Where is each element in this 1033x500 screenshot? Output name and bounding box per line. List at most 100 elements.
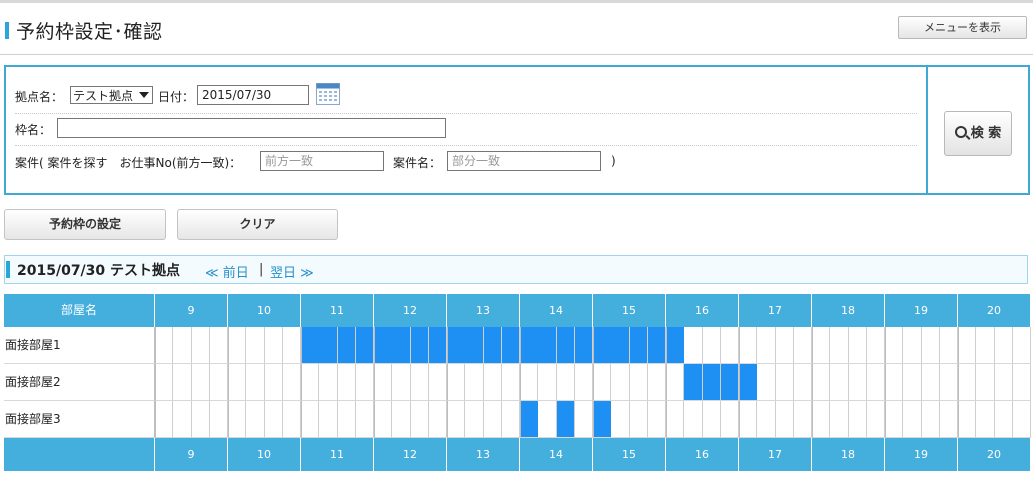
time-slot[interactable] bbox=[939, 327, 958, 364]
time-slot[interactable] bbox=[848, 401, 867, 438]
date-input[interactable]: 2015/07/30 bbox=[197, 85, 309, 105]
time-slot[interactable] bbox=[958, 327, 977, 364]
time-slot[interactable] bbox=[465, 401, 484, 438]
time-slot[interactable] bbox=[775, 327, 794, 364]
time-slot[interactable] bbox=[684, 364, 703, 401]
show-menu-button[interactable]: メニューを表示 bbox=[898, 16, 1027, 39]
time-slot[interactable] bbox=[246, 364, 265, 401]
time-slot[interactable] bbox=[209, 327, 228, 364]
booked-slot[interactable] bbox=[501, 327, 519, 363]
time-slot[interactable] bbox=[903, 401, 922, 438]
booked-slot[interactable] bbox=[319, 327, 337, 363]
time-slot[interactable] bbox=[392, 364, 411, 401]
time-slot[interactable] bbox=[282, 327, 301, 364]
time-slot[interactable] bbox=[282, 401, 301, 438]
time-slot[interactable] bbox=[155, 401, 174, 438]
time-slot[interactable] bbox=[994, 401, 1013, 438]
time-slot[interactable] bbox=[994, 364, 1013, 401]
time-slot[interactable] bbox=[593, 364, 612, 401]
booked-slot[interactable] bbox=[556, 327, 574, 363]
time-slot[interactable] bbox=[757, 364, 776, 401]
booked-slot[interactable] bbox=[410, 327, 428, 363]
time-slot[interactable] bbox=[702, 401, 721, 438]
time-slot[interactable] bbox=[793, 327, 812, 364]
time-slot[interactable] bbox=[538, 401, 557, 438]
time-slot[interactable] bbox=[520, 364, 539, 401]
booked-slot[interactable] bbox=[594, 327, 612, 363]
time-slot[interactable] bbox=[374, 364, 393, 401]
time-slot[interactable] bbox=[501, 401, 520, 438]
time-slot[interactable] bbox=[958, 364, 977, 401]
time-slot[interactable] bbox=[355, 401, 374, 438]
time-slot[interactable] bbox=[611, 327, 630, 364]
booked-slot[interactable] bbox=[720, 364, 738, 400]
time-slot[interactable] bbox=[228, 401, 247, 438]
time-slot[interactable] bbox=[556, 327, 575, 364]
time-slot[interactable] bbox=[538, 364, 557, 401]
time-slot[interactable] bbox=[739, 327, 758, 364]
time-slot[interactable] bbox=[629, 327, 648, 364]
time-slot[interactable] bbox=[994, 327, 1013, 364]
time-slot[interactable] bbox=[301, 327, 320, 364]
booked-slot[interactable] bbox=[574, 327, 592, 363]
time-slot[interactable] bbox=[355, 327, 374, 364]
time-slot[interactable] bbox=[757, 401, 776, 438]
time-slot[interactable] bbox=[228, 327, 247, 364]
booked-slot[interactable] bbox=[465, 327, 483, 363]
time-slot[interactable] bbox=[848, 364, 867, 401]
booked-slot[interactable] bbox=[647, 327, 665, 363]
booked-slot[interactable] bbox=[428, 327, 446, 363]
time-slot[interactable] bbox=[483, 327, 502, 364]
time-slot[interactable] bbox=[830, 327, 849, 364]
booked-slot[interactable] bbox=[611, 327, 629, 363]
time-slot[interactable] bbox=[319, 327, 338, 364]
time-slot[interactable] bbox=[775, 401, 794, 438]
time-slot[interactable] bbox=[885, 327, 904, 364]
time-slot[interactable] bbox=[739, 401, 758, 438]
time-slot[interactable] bbox=[191, 401, 210, 438]
booked-slot[interactable] bbox=[448, 327, 466, 363]
time-slot[interactable] bbox=[702, 364, 721, 401]
time-slot[interactable] bbox=[720, 364, 739, 401]
time-slot[interactable] bbox=[593, 327, 612, 364]
time-slot[interactable] bbox=[173, 401, 192, 438]
time-slot[interactable] bbox=[684, 401, 703, 438]
booked-slot[interactable] bbox=[594, 401, 612, 437]
time-slot[interactable] bbox=[574, 364, 593, 401]
time-slot[interactable] bbox=[903, 364, 922, 401]
time-slot[interactable] bbox=[337, 364, 356, 401]
time-slot[interactable] bbox=[866, 364, 885, 401]
time-slot[interactable] bbox=[155, 327, 174, 364]
booked-slot[interactable] bbox=[521, 401, 539, 437]
booked-slot[interactable] bbox=[702, 364, 720, 400]
previous-day-link[interactable]: ≪ 前日 bbox=[205, 262, 249, 281]
time-slot[interactable] bbox=[958, 401, 977, 438]
time-slot[interactable] bbox=[903, 327, 922, 364]
time-slot[interactable] bbox=[319, 401, 338, 438]
time-slot[interactable] bbox=[501, 327, 520, 364]
time-slot[interactable] bbox=[282, 364, 301, 401]
time-slot[interactable] bbox=[501, 364, 520, 401]
time-slot[interactable] bbox=[1012, 327, 1031, 364]
booked-slot[interactable] bbox=[667, 327, 685, 363]
time-slot[interactable] bbox=[976, 327, 995, 364]
time-slot[interactable] bbox=[1012, 401, 1031, 438]
time-slot[interactable] bbox=[629, 364, 648, 401]
time-slot[interactable] bbox=[921, 401, 940, 438]
set-frame-button[interactable]: 予約枠の設定 bbox=[4, 209, 166, 240]
time-slot[interactable] bbox=[574, 327, 593, 364]
time-slot[interactable] bbox=[720, 401, 739, 438]
clear-button[interactable]: クリア bbox=[177, 209, 338, 240]
time-slot[interactable] bbox=[1012, 364, 1031, 401]
time-slot[interactable] bbox=[392, 401, 411, 438]
time-slot[interactable] bbox=[866, 327, 885, 364]
time-slot[interactable] bbox=[337, 327, 356, 364]
booked-slot[interactable] bbox=[538, 327, 556, 363]
location-select[interactable]: テスト拠点 bbox=[70, 86, 153, 104]
time-slot[interactable] bbox=[629, 401, 648, 438]
time-slot[interactable] bbox=[410, 364, 429, 401]
time-slot[interactable] bbox=[374, 327, 393, 364]
booked-slot[interactable] bbox=[392, 327, 410, 363]
time-slot[interactable] bbox=[264, 327, 283, 364]
time-slot[interactable] bbox=[520, 401, 539, 438]
